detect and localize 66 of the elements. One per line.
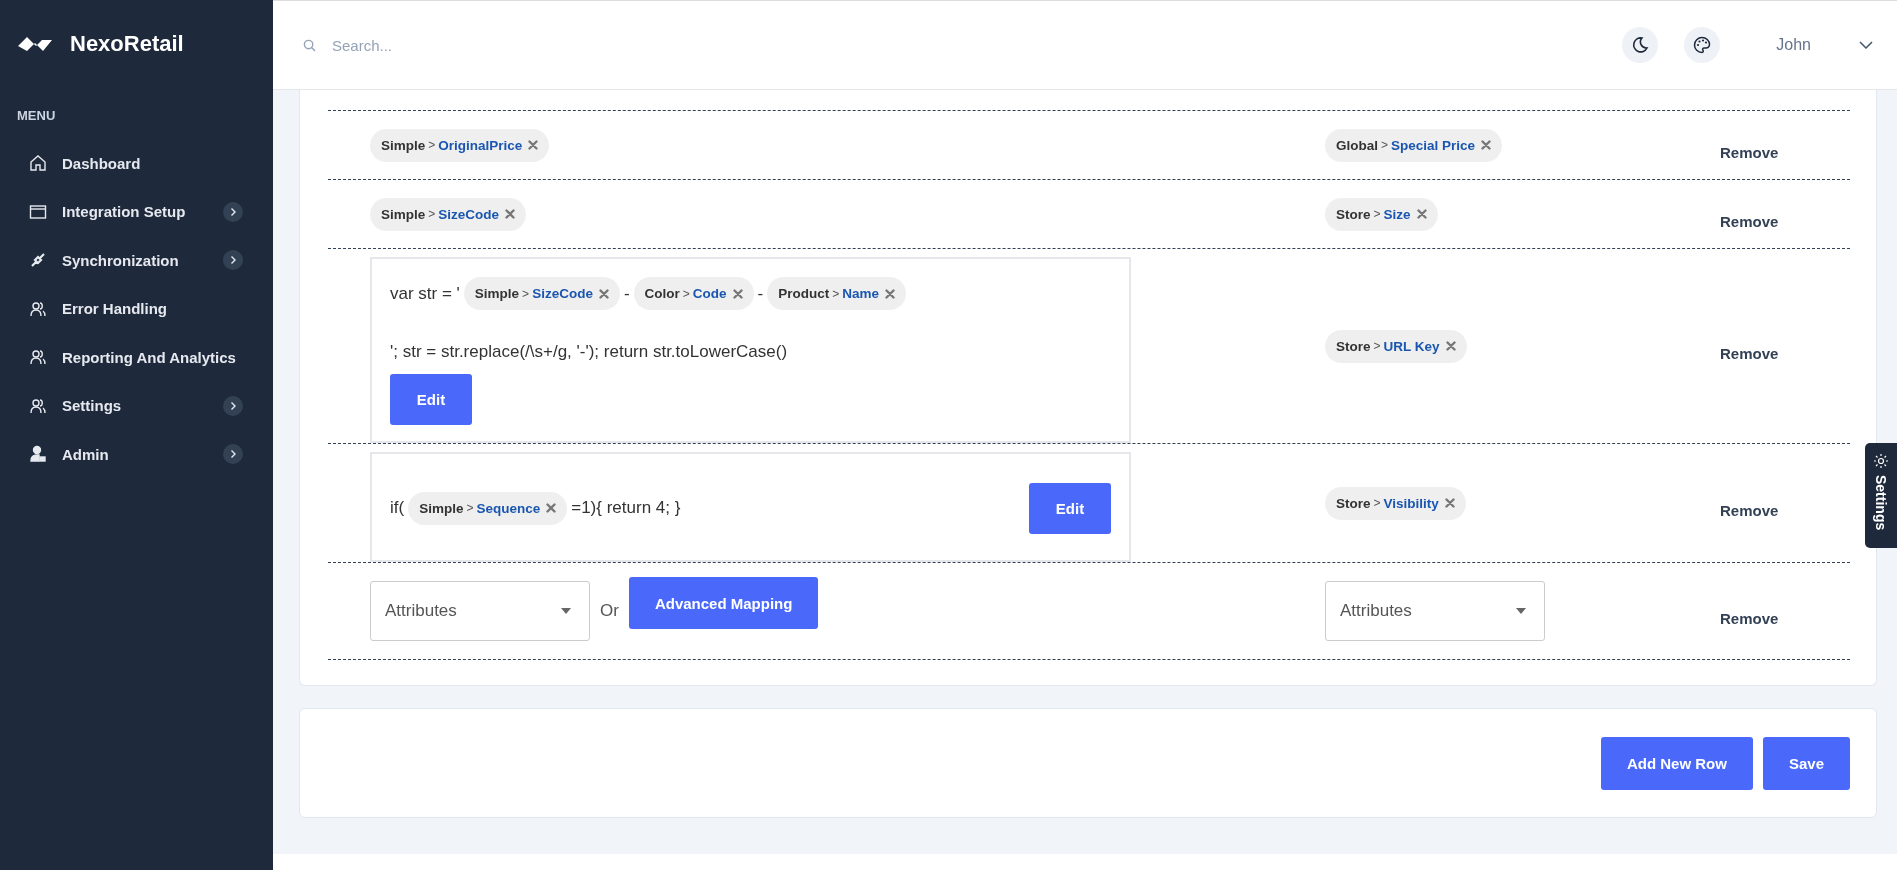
remove-link[interactable]: Remove (1720, 129, 1850, 161)
sidebar-item[interactable]: Reporting And Analytics (0, 333, 273, 382)
remove-link[interactable]: Remove (1720, 487, 1850, 519)
attribute-tag: Simple > SizeCode (463, 277, 620, 310)
attribute-tag: Product > Name (767, 277, 907, 310)
code-text: var str = ' (390, 283, 460, 304)
code-text: =1){ return 4; } (571, 498, 681, 518)
remove-icon[interactable] (885, 288, 896, 299)
code-text: - (623, 283, 630, 304)
users-icon (29, 396, 47, 415)
attribute-tag: Color > Code (633, 277, 754, 310)
attributes-dropdown[interactable]: Attributes (1325, 581, 1545, 641)
user-menu[interactable]: John (1776, 36, 1873, 54)
attributes-dropdown[interactable]: Attributes (370, 581, 590, 641)
edit-button[interactable]: Edit (1029, 482, 1111, 534)
remove-icon[interactable] (732, 288, 743, 299)
sidebar-item[interactable]: Dashboard (0, 139, 273, 188)
dark-mode-button[interactable] (1622, 27, 1659, 63)
sidebar-item[interactable]: Error Handling (0, 284, 273, 333)
moon-icon (1631, 36, 1650, 54)
sidebar-item[interactable]: Synchronization (0, 236, 273, 285)
users-icon (29, 299, 47, 318)
remove-link[interactable]: Remove (1720, 198, 1850, 230)
attribute-tag: Store > Visibility (1325, 486, 1466, 520)
remove-icon[interactable] (528, 140, 539, 150)
theme-button[interactable] (1684, 27, 1721, 63)
window-icon (29, 202, 47, 221)
add-row-button[interactable]: Add New Row (1600, 736, 1753, 790)
caret-icon (561, 608, 571, 614)
attribute-tag: Simple > SizeCode (370, 197, 527, 231)
code-text: if( (390, 498, 405, 518)
sidebar-item[interactable]: Integration Setup (0, 187, 273, 236)
attribute-tag: Global > Special Price (1325, 128, 1503, 162)
palette-icon (1693, 36, 1712, 54)
gear-icon (1873, 453, 1889, 469)
remove-icon[interactable] (1481, 140, 1492, 150)
attribute-tag: Store > URL Key (1325, 329, 1467, 363)
logo-icon (18, 34, 52, 54)
or-label: Or (600, 601, 619, 621)
remove-link[interactable]: Remove (1720, 595, 1850, 627)
remove-icon[interactable] (1444, 498, 1455, 508)
settings-tab[interactable]: Settings (1865, 443, 1897, 548)
menu-heading: MENU (16, 107, 57, 123)
brand-name: NexoRetail (70, 31, 184, 57)
remove-icon[interactable] (546, 503, 557, 513)
attribute-tag: Simple > Sequence (408, 491, 568, 525)
sidebar-item[interactable]: Admin (0, 430, 273, 479)
advanced-mapping-button[interactable]: Advanced Mapping (628, 577, 819, 629)
home-icon (29, 154, 47, 173)
attribute-tag: Simple > OriginalPrice (370, 128, 550, 162)
edit-button[interactable]: Edit (390, 374, 472, 425)
user-lock-icon (29, 445, 47, 464)
code-text: - (757, 283, 764, 304)
caret-icon (1516, 608, 1526, 614)
sidebar-item[interactable]: Settings (0, 381, 273, 430)
attribute-tag: Store > Size (1325, 197, 1438, 231)
code-text: '; str = str.replace(/\s+/g, '-'); return str.toLowerCase() (390, 342, 788, 362)
remove-link[interactable]: Remove (1720, 330, 1850, 362)
remove-icon[interactable] (1445, 341, 1456, 351)
remove-icon[interactable] (505, 209, 516, 219)
chevron-down-icon (1859, 41, 1873, 49)
users-icon (29, 348, 47, 367)
remove-icon[interactable] (598, 288, 609, 299)
remove-icon[interactable] (1416, 209, 1427, 219)
save-button[interactable]: Save (1762, 736, 1850, 790)
search-icon (303, 38, 316, 52)
